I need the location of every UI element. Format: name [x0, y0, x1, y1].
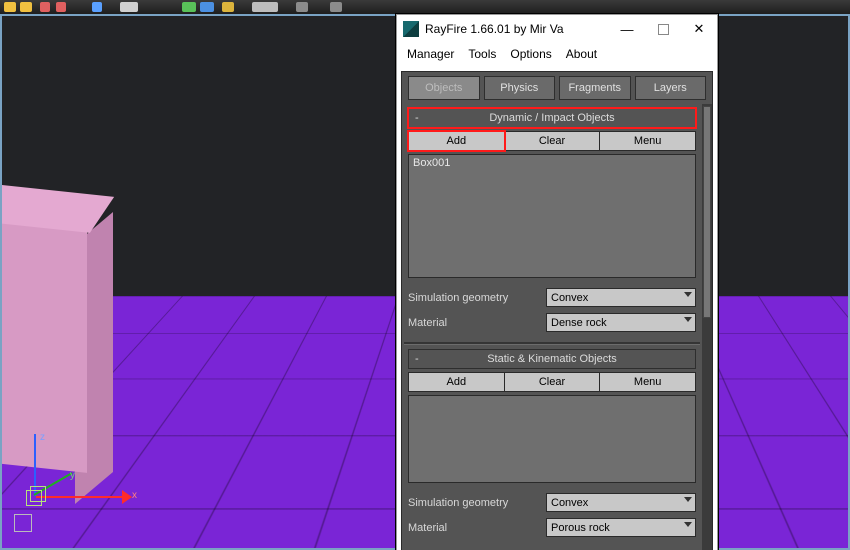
chevron-down-icon: [684, 292, 692, 297]
dynamic-clear-button[interactable]: Clear: [505, 131, 601, 151]
dynamic-menu-button[interactable]: Menu: [600, 131, 696, 151]
gizmo-plane-icon: [14, 514, 32, 532]
app-icon: [403, 21, 419, 37]
tab-objects[interactable]: Objects: [408, 76, 480, 100]
axis-z-label: z: [40, 432, 45, 443]
rayfire-window: RayFire 1.66.01 by Mir Va — ✕ Manager To…: [396, 14, 718, 550]
static-sim-label: Simulation geometry: [408, 497, 546, 509]
group-static: - Static & Kinematic Objects Add Clear M…: [408, 349, 696, 537]
tab-layers[interactable]: Layers: [635, 76, 707, 100]
axis-y-label: y: [70, 470, 75, 481]
chevron-down-icon: [684, 317, 692, 322]
divider: [404, 342, 700, 345]
maximize-button[interactable]: [645, 15, 681, 43]
group-static-header[interactable]: - Static & Kinematic Objects: [408, 349, 696, 369]
app-root: z y x RayFire 1.66.01 by Mir Va — ✕ Mana…: [0, 0, 850, 550]
group-static-title: Static & Kinematic Objects: [487, 353, 617, 365]
axis-x-line: [36, 496, 128, 498]
menubar: Manager Tools Options About: [397, 43, 717, 65]
main-panel: Objects Physics Fragments Layers - Dynam…: [401, 71, 713, 550]
collapse-icon[interactable]: -: [415, 353, 419, 365]
dynamic-mat-label: Material: [408, 317, 546, 329]
tab-row: Objects Physics Fragments Layers: [408, 76, 706, 100]
collapse-icon[interactable]: -: [415, 112, 419, 124]
dynamic-mat-select[interactable]: Dense rock: [546, 313, 696, 332]
static-sim-value: Convex: [551, 497, 588, 509]
close-button[interactable]: ✕: [681, 15, 717, 43]
gizmo-cube-icon: [26, 484, 46, 504]
dynamic-object-list[interactable]: Box001: [408, 154, 696, 278]
titlebar[interactable]: RayFire 1.66.01 by Mir Va — ✕: [397, 15, 717, 43]
dynamic-sim-label: Simulation geometry: [408, 292, 546, 304]
tab-physics[interactable]: Physics: [484, 76, 556, 100]
static-sim-select[interactable]: Convex: [546, 493, 696, 512]
dynamic-sim-select[interactable]: Convex: [546, 288, 696, 307]
static-object-list[interactable]: [408, 395, 696, 483]
dynamic-sim-value: Convex: [551, 292, 588, 304]
scrollbar-thumb[interactable]: [703, 106, 711, 318]
dynamic-button-row: Add Clear Menu: [408, 131, 696, 151]
chevron-down-icon: [684, 522, 692, 527]
chevron-down-icon: [684, 497, 692, 502]
static-button-row: Add Clear Menu: [408, 372, 696, 392]
axis-x-arrow-icon: [122, 490, 132, 504]
dynamic-add-button[interactable]: Add: [408, 131, 505, 151]
menu-tools[interactable]: Tools: [468, 47, 496, 61]
panel-scrollbar[interactable]: [702, 104, 712, 550]
static-add-button[interactable]: Add: [408, 372, 505, 392]
group-dynamic: - Dynamic / Impact Objects Add Clear Men…: [408, 108, 696, 332]
static-clear-button[interactable]: Clear: [505, 372, 601, 392]
host-taskbar: [0, 0, 850, 15]
menu-manager[interactable]: Manager: [407, 47, 454, 61]
group-dynamic-header[interactable]: - Dynamic / Impact Objects: [408, 108, 696, 128]
menu-about[interactable]: About: [566, 47, 597, 61]
static-mat-value: Porous rock: [551, 522, 610, 534]
static-mat-label: Material: [408, 522, 546, 534]
scroll-area: - Dynamic / Impact Objects Add Clear Men…: [402, 104, 702, 550]
list-item[interactable]: Box001: [413, 157, 691, 169]
window-title: RayFire 1.66.01 by Mir Va: [425, 22, 609, 36]
minimize-button[interactable]: —: [609, 15, 645, 43]
axis-x-label: x: [132, 490, 137, 501]
static-menu-button[interactable]: Menu: [600, 372, 696, 392]
axis-gizmo[interactable]: z y x: [14, 434, 134, 548]
group-dynamic-title: Dynamic / Impact Objects: [489, 112, 614, 124]
static-mat-select[interactable]: Porous rock: [546, 518, 696, 537]
tab-fragments[interactable]: Fragments: [559, 76, 631, 100]
menu-options[interactable]: Options: [510, 47, 551, 61]
dynamic-mat-value: Dense rock: [551, 317, 607, 329]
